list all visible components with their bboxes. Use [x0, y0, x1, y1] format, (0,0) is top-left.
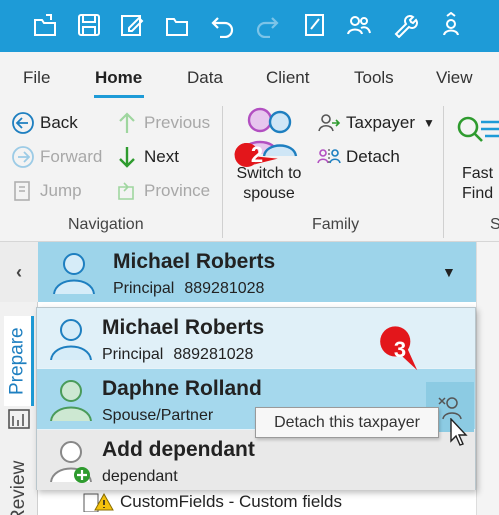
wrench-icon[interactable] [390, 10, 420, 40]
tree-item-customfields[interactable]: CustomFields - Custom fields [82, 492, 342, 512]
previous-button: Previous [114, 110, 210, 136]
fast-find-line2: Find [462, 185, 494, 202]
form-edit-icon[interactable] [300, 10, 330, 40]
switch-label-line2: spouse [243, 185, 295, 202]
taxpayer-icon [316, 110, 342, 136]
jump-label: Jump [40, 181, 82, 200]
dropdown-item-name: Add dependant [102, 438, 255, 461]
previous-label: Previous [144, 113, 211, 132]
form-view-icon[interactable] [7, 408, 31, 430]
detach-button[interactable]: Detach [316, 144, 400, 170]
active-tab-indicator [94, 95, 144, 98]
dropdown-item-id: 889281028 [173, 346, 254, 363]
fast-find-line1: Fast [462, 165, 494, 182]
group-separator [222, 106, 223, 238]
province-label: Province [144, 181, 211, 200]
mouse-cursor-icon [450, 418, 468, 446]
taxpayer-dropdown[interactable]: Taxpayer ▼ [316, 110, 435, 136]
family-group-label: Family [312, 216, 360, 233]
tab-file[interactable]: File [23, 68, 50, 88]
detach-tooltip: Detach this taxpayer [255, 407, 439, 438]
dropdown-item-role: Spouse/Partner [102, 407, 214, 424]
jump-icon [10, 178, 36, 204]
tab-review[interactable]: Review [4, 461, 34, 515]
dropdown-arrow-icon[interactable]: ▼ [442, 264, 456, 280]
detach-label: Detach [346, 147, 400, 166]
forward-label: Forward [40, 147, 103, 166]
collapse-panel-button[interactable]: ‹ [0, 242, 38, 302]
back-arrow-icon [10, 110, 36, 136]
ribbon-tab-bar: File Home Data Client Tools View [0, 52, 499, 100]
fast-find-icon[interactable] [455, 114, 499, 148]
jump-button: Jump [10, 178, 82, 204]
dropdown-item-subtitle: Principal 889281028 [102, 346, 253, 364]
header-id: 889281028 [184, 280, 265, 297]
dropdown-item-role: dependant [102, 468, 178, 485]
dropdown-item-add-dependant[interactable]: Add dependant dependant [37, 430, 475, 490]
dropdown-item-name: Michael Roberts [102, 316, 265, 339]
back-label: Back [40, 113, 78, 132]
plus-icon [74, 467, 90, 483]
header-role: Principal [113, 280, 175, 297]
province-icon [114, 178, 140, 204]
callout-2-number: 2 [250, 142, 264, 167]
open-folder-icon[interactable] [30, 10, 60, 40]
principal-avatar-icon [50, 319, 92, 360]
header-subtitle: Principal 889281028 [113, 280, 264, 298]
people-icon[interactable] [344, 10, 374, 40]
detach-icon [316, 144, 342, 170]
dropdown-item-name: Daphne Rolland [102, 377, 262, 400]
tree-item-label: CustomFields - Custom fields [120, 492, 343, 511]
warning-icon [83, 492, 114, 512]
group-separator [443, 106, 444, 238]
tab-tools[interactable]: Tools [354, 68, 394, 88]
user-upload-icon[interactable] [436, 10, 466, 40]
vertical-scrollbar[interactable] [476, 242, 499, 515]
undo-icon[interactable] [208, 10, 238, 40]
down-arrow-icon [114, 144, 140, 170]
edit-form-icon[interactable] [117, 10, 147, 40]
folder-icon[interactable] [162, 10, 192, 40]
back-button[interactable]: Back [10, 110, 78, 136]
tab-data[interactable]: Data [187, 68, 223, 88]
spouse-avatar-icon [50, 380, 92, 421]
dropdown-item-role: Principal [102, 346, 164, 363]
detach-person-icon [438, 397, 462, 420]
province-button: Province [114, 178, 210, 204]
tab-view[interactable]: View [436, 68, 473, 88]
tab-prepare[interactable]: Prepare [4, 316, 34, 406]
save-icon[interactable] [74, 10, 104, 40]
taxpayer-selector[interactable]: Michael Roberts Principal 889281028 ▼ [38, 242, 476, 302]
principal-avatar-icon [53, 253, 95, 294]
forward-button: Forward [10, 144, 102, 170]
redo-icon [252, 10, 282, 40]
chevron-down-icon: ▼ [422, 116, 435, 130]
navigation-group-label: Navigation [68, 216, 144, 233]
next-button[interactable]: Next [114, 144, 179, 170]
search-group-label: S [490, 216, 499, 233]
up-arrow-icon [114, 110, 140, 136]
callout-3-number: 3 [393, 337, 407, 362]
header-name: Michael Roberts [113, 250, 276, 273]
quick-access-toolbar [0, 0, 499, 52]
next-label: Next [144, 147, 179, 166]
forward-arrow-icon [10, 144, 36, 170]
chevron-left-icon: ‹ [16, 261, 22, 282]
taxpayer-label: Taxpayer [346, 113, 415, 132]
fast-find-button[interactable]: Fast Find [462, 164, 499, 204]
tab-home[interactable]: Home [95, 68, 142, 88]
tab-client[interactable]: Client [266, 68, 309, 88]
